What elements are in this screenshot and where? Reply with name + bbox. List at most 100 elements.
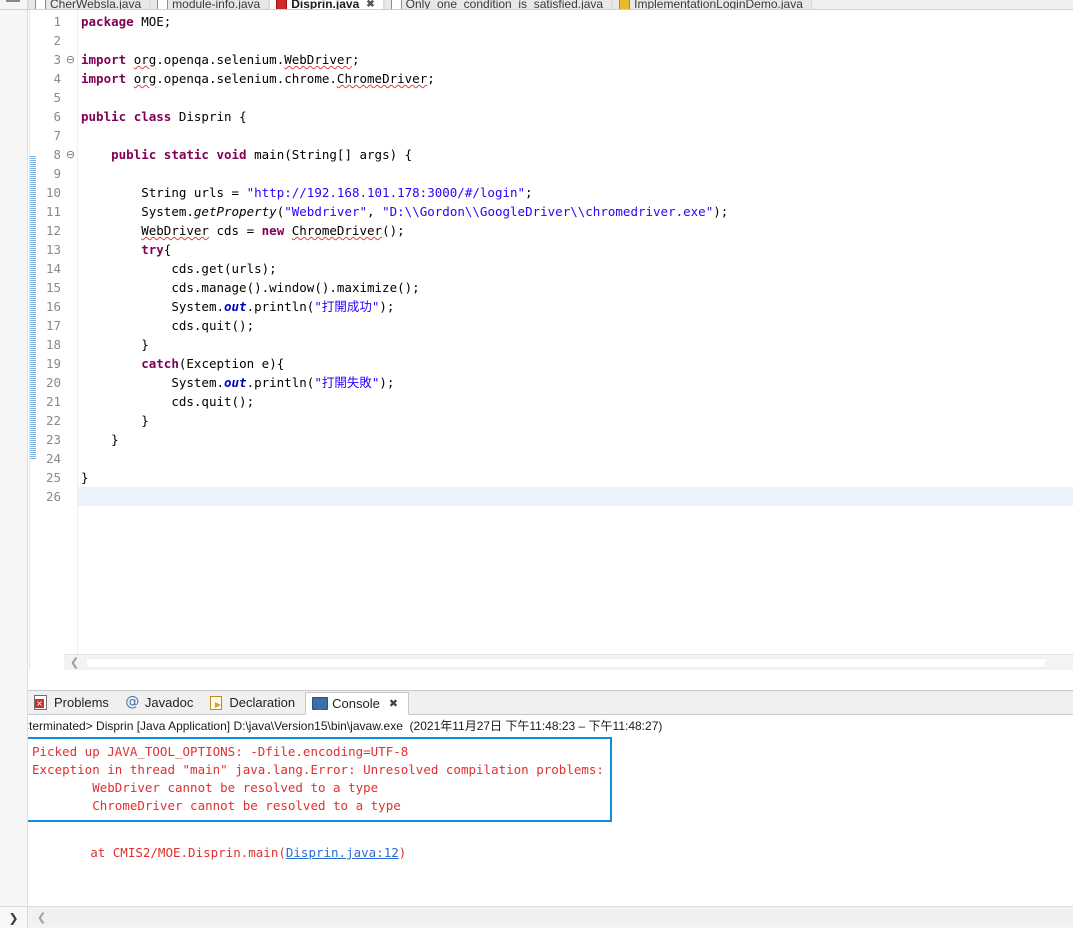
problems-icon — [34, 695, 49, 710]
editor-tab-bar: CherWebsla.java module-info.java Disprin… — [0, 0, 1073, 10]
view-tab-label: Javadoc — [144, 695, 194, 710]
code-line[interactable]: String urls = "http://192.168.101.178:30… — [78, 183, 1073, 202]
code-line[interactable]: System.out.println("打開失敗"); — [78, 373, 1073, 392]
console-error-line: Picked up JAVA_TOOL_OPTIONS: -Dfile.enco… — [32, 744, 409, 759]
tab-declaration[interactable]: Declaration — [203, 691, 306, 714]
declaration-icon — [209, 695, 224, 710]
fold-empty — [64, 430, 77, 449]
tab-problems[interactable]: Problems — [28, 691, 119, 714]
editor-tab-only-one-condition[interactable]: Only_one_condition_is_satisfied.java — [383, 0, 613, 9]
line-number: 6 — [53, 109, 61, 124]
code-line[interactable]: public class Disprin { — [78, 107, 1073, 126]
line-number: 5 — [53, 90, 61, 105]
close-icon[interactable]: ✖ — [366, 0, 374, 9]
code-line[interactable]: try{ — [78, 240, 1073, 259]
console-terminated-line: <terminated> Disprin [Java Application] … — [22, 719, 663, 733]
console-horizontal-scrollbar[interactable]: ❮ — [32, 910, 1073, 925]
view-menu-handle[interactable] — [0, 0, 28, 9]
stack-trace-link[interactable]: Disprin.java:12 — [286, 845, 399, 860]
editor-tab-label: CherWebsla.java — [50, 0, 142, 10]
line-number: 2 — [53, 33, 61, 48]
fold-empty — [64, 449, 77, 468]
code-line[interactable]: cds.quit(); — [78, 316, 1073, 335]
code-line[interactable] — [78, 88, 1073, 107]
tab-console[interactable]: Console ✖ — [305, 692, 410, 715]
fold-collapse-icon[interactable]: ⊖ — [64, 50, 77, 69]
fold-empty — [64, 126, 77, 145]
editor-tab-module-info[interactable]: module-info.java — [150, 0, 270, 10]
fold-empty — [64, 31, 77, 50]
editor-tab-implementation-login-demo[interactable]: ImplementationLoginDemo.java — [612, 0, 812, 9]
tab-javadoc[interactable]: @ Javadoc — [118, 691, 204, 714]
code-line[interactable]: cds.manage().window().maximize(); — [78, 278, 1073, 297]
fold-empty — [64, 202, 77, 221]
code-line[interactable] — [78, 164, 1073, 183]
console-stack-trace-line: at CMIS2/MOE.Disprin.main(Disprin.java:1… — [22, 844, 1073, 862]
change-indicator-bar — [30, 155, 36, 459]
code-line[interactable]: } — [78, 430, 1073, 449]
left-fast-view-rail — [0, 10, 28, 906]
code-line[interactable]: } — [78, 335, 1073, 354]
scroll-left-icon[interactable]: ❮ — [70, 656, 79, 670]
bottom-view-panel: Problems @ Javadoc Declaration Console ✖… — [0, 690, 1073, 928]
line-number: 7 — [53, 128, 61, 143]
stack-prefix: at CMIS2/MOE.Disprin.main( — [30, 845, 286, 860]
code-line[interactable]: package MOE; — [78, 12, 1073, 31]
fold-empty — [64, 335, 77, 354]
fold-empty — [64, 259, 77, 278]
line-number: 3 — [53, 52, 61, 67]
code-line[interactable] — [78, 449, 1073, 468]
editor-tab-disprin[interactable]: Disprin.java ✖ — [269, 0, 384, 9]
scroll-left-icon[interactable]: ❮ — [37, 910, 46, 925]
code-line[interactable]: } — [78, 468, 1073, 487]
javadoc-icon: @ — [125, 694, 140, 710]
scrollbar-thumb[interactable] — [86, 658, 1046, 668]
code-line[interactable] — [78, 126, 1073, 145]
code-line[interactable] — [78, 31, 1073, 50]
code-line[interactable]: catch(Exception e){ — [78, 354, 1073, 373]
editor-tab-cherwebsla[interactable]: CherWebsla.java — [28, 0, 151, 10]
code-line[interactable]: public static void main(String[] args) { — [78, 145, 1073, 164]
fold-empty — [64, 88, 77, 107]
fold-empty — [64, 183, 77, 202]
fold-empty — [64, 316, 77, 335]
code-line[interactable]: } — [78, 411, 1073, 430]
code-line[interactable]: System.getProperty("Webdriver", "D:\\Gor… — [78, 202, 1073, 221]
fold-empty — [64, 373, 77, 392]
java-file-warning-icon — [619, 0, 631, 9]
console-output[interactable]: <terminated> Disprin [Java Application] … — [0, 715, 1073, 928]
console-error-line: WebDriver cannot be resolved to a type — [32, 780, 379, 795]
code-line[interactable]: WebDriver cds = new ChromeDriver(); — [78, 221, 1073, 240]
view-tab-bar: Problems @ Javadoc Declaration Console ✖ — [0, 691, 1073, 715]
code-line[interactable]: cds.get(urls); — [78, 259, 1073, 278]
java-file-icon — [390, 0, 402, 9]
code-text-area[interactable]: package MOE; import org.openqa.selenium.… — [77, 10, 1073, 670]
code-line[interactable]: import org.openqa.selenium.WebDriver; — [78, 50, 1073, 69]
view-tab-label: Declaration — [229, 695, 296, 710]
close-icon[interactable]: ✖ — [389, 697, 398, 710]
fold-empty — [64, 354, 77, 373]
line-number: 4 — [53, 71, 61, 86]
editor-tab-label: module-info.java — [172, 0, 261, 10]
fold-empty — [64, 411, 77, 430]
code-folding-gutter[interactable]: ⊖ ⊖ — [64, 10, 77, 670]
console-error-line: ChromeDriver cannot be resolved to a typ… — [32, 798, 401, 813]
fold-collapse-icon[interactable]: ⊖ — [64, 145, 77, 164]
fast-view-toggle-button[interactable]: ❯ — [0, 906, 28, 928]
console-error-line: Exception in thread "main" java.lang.Err… — [32, 762, 604, 777]
fold-empty — [64, 69, 77, 88]
code-line[interactable]: import org.openqa.selenium.chrome.Chrome… — [78, 69, 1073, 88]
editor-horizontal-scrollbar[interactable]: ❮ — [64, 654, 1073, 670]
line-number: 25 — [45, 470, 61, 485]
fold-empty — [64, 487, 77, 506]
stack-suffix: ) — [398, 845, 407, 860]
code-line[interactable]: System.out.println("打開成功"); — [78, 297, 1073, 316]
code-line[interactable] — [78, 487, 1073, 506]
fold-empty — [64, 12, 77, 31]
fold-empty — [64, 107, 77, 126]
code-line[interactable]: cds.quit(); — [78, 392, 1073, 411]
fold-empty — [64, 392, 77, 411]
status-bar: ❯ ❮ — [0, 906, 1073, 928]
line-number: 26 — [45, 489, 61, 504]
java-file-icon — [157, 0, 169, 9]
